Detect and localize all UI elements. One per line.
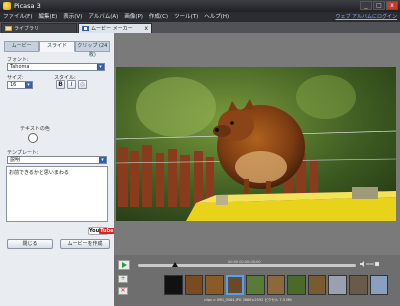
- panel-tabs: ムービー スライド クリップ (24 枚): [4, 41, 110, 58]
- tab-library-label: ライブラリ: [14, 26, 40, 32]
- menu-picture[interactable]: 画像(P): [121, 12, 146, 22]
- window-title: Picasa 3: [14, 2, 41, 10]
- time-display: 00:00 00:00:00:00: [228, 260, 261, 264]
- clip-thumbnail[interactable]: [246, 275, 265, 295]
- tab-clips[interactable]: クリップ (24 枚): [74, 41, 110, 58]
- clip-thumbnail[interactable]: [266, 275, 286, 295]
- font-select[interactable]: Tahoma ▾: [7, 63, 105, 71]
- tab-slide[interactable]: スライド: [39, 41, 75, 52]
- delete-icon: ✕: [120, 287, 126, 294]
- template-select[interactable]: 説明 ▾: [7, 156, 107, 164]
- play-icon: [122, 262, 127, 268]
- size-value: 16: [10, 82, 17, 88]
- menu-create[interactable]: 作成(C): [146, 12, 171, 22]
- youtube-upload-button[interactable]: YouTube: [88, 227, 115, 235]
- font-label: フォント:: [7, 57, 29, 63]
- add-icon: +: [120, 275, 126, 282]
- clip-thumbnail[interactable]: [205, 275, 224, 295]
- movie-icon: [82, 26, 89, 31]
- menu-tools[interactable]: ツール(T): [171, 12, 201, 22]
- clip-thumbnail[interactable]: [307, 275, 327, 295]
- menu-edit[interactable]: 編集(E): [35, 12, 60, 22]
- template-label: テンプレート:: [7, 150, 39, 156]
- menu-file[interactable]: ファイル(F): [0, 12, 35, 22]
- chevron-down-icon: ▾: [97, 64, 104, 70]
- maximize-button[interactable]: □: [373, 1, 385, 10]
- clip-thumbnail[interactable]: [225, 275, 245, 295]
- minimize-button[interactable]: _: [360, 1, 372, 10]
- movie-settings-panel: ムービー スライド クリップ (24 枚) フォント: Tahoma ▾ サイズ…: [0, 33, 115, 306]
- tab-movie-maker-label: ムービー メーカー: [91, 26, 133, 32]
- clip-thumbnail[interactable]: [348, 275, 368, 295]
- chevron-down-icon: ▾: [99, 157, 106, 163]
- tab-library[interactable]: ライブラリ: [1, 23, 77, 33]
- menu-view[interactable]: 表示(V): [60, 12, 85, 22]
- preview-image: [116, 67, 396, 221]
- movie-preview-area: [114, 33, 400, 255]
- menu-bar: ファイル(F) 編集(E) 表示(V) アルバム(A) 画像(P) 作成(C) ツール(T)…: [0, 12, 400, 22]
- clip-thumbnail[interactable]: [328, 275, 347, 295]
- web-album-sign-in-link[interactable]: ウェブ アルバムにログイン: [335, 12, 397, 22]
- timeline-slider[interactable]: [138, 262, 356, 267]
- clip-thumbnail[interactable]: [184, 275, 204, 295]
- create-movie-button[interactable]: ムービーを作成: [60, 239, 110, 249]
- close-window-button[interactable]: x: [386, 1, 398, 10]
- window-controls: _ □ x: [360, 1, 398, 10]
- text-color-picker[interactable]: [28, 133, 38, 143]
- add-clip-button[interactable]: +: [118, 275, 128, 283]
- size-select[interactable]: 16 ▾: [7, 81, 33, 89]
- font-value: Tahoma: [10, 64, 30, 70]
- italic-button[interactable]: I: [67, 80, 76, 89]
- library-icon: [5, 26, 12, 31]
- close-button[interactable]: 閉じる: [7, 239, 53, 249]
- bold-button[interactable]: B: [56, 80, 65, 89]
- timeline-thumb[interactable]: [172, 262, 178, 267]
- menu-album[interactable]: アルバム(A): [85, 12, 121, 22]
- video-preview[interactable]: [116, 67, 396, 221]
- slide-text-input[interactable]: お前できるかと思いまわる: [6, 166, 108, 222]
- tab-row: ライブラリ ムービー メーカー x: [0, 22, 400, 33]
- volume-icon[interactable]: [360, 261, 380, 267]
- template-value: 説明: [10, 157, 21, 163]
- title-bar: Picasa 3 _ □ x: [0, 0, 400, 12]
- clip-filmstrip: [164, 275, 389, 295]
- clip-thumbnail[interactable]: [287, 275, 306, 295]
- play-button[interactable]: [118, 260, 130, 270]
- slide-text-value: お前できるかと思いまわる: [9, 170, 69, 176]
- tab-movie-maker[interactable]: ムービー メーカー x: [78, 23, 152, 33]
- clip-thumbnail[interactable]: [164, 275, 183, 295]
- playback-controls: 00:00 00:00:00:00 + ✕ clips > IMG_0064.J…: [114, 255, 400, 306]
- clip-status: clips > IMG_0064.JPG 3888×2592 ピクセル 7.5 …: [204, 298, 292, 302]
- chevron-down-icon: ▾: [25, 82, 32, 88]
- clip-thumbnail[interactable]: [369, 275, 389, 295]
- text-color-label: テキストの色: [20, 126, 50, 132]
- size-label: サイズ:: [7, 75, 24, 81]
- menu-help[interactable]: ヘルプ(H): [201, 12, 232, 22]
- delete-clip-button[interactable]: ✕: [118, 287, 128, 295]
- tab-movie[interactable]: ムービー: [4, 41, 40, 52]
- outline-button[interactable]: ◎: [78, 80, 87, 89]
- picasa-icon: [3, 2, 11, 10]
